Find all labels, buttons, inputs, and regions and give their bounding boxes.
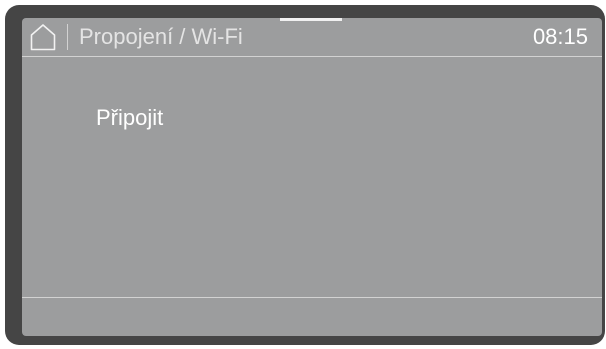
home-button[interactable] (30, 23, 56, 51)
page-title: Propojení / Wi-Fi (79, 24, 243, 49)
home-icon (30, 24, 56, 51)
menu-item-connect[interactable]: Připojit (96, 105, 163, 131)
header-bar: Propojení / Wi-Fi 08:15 (22, 18, 602, 57)
footer-divider (22, 297, 602, 298)
display-screen: Propojení / Wi-Fi 08:15 Připojit (22, 18, 602, 336)
clock: 08:15 (532, 24, 588, 49)
header-separator (67, 24, 68, 50)
